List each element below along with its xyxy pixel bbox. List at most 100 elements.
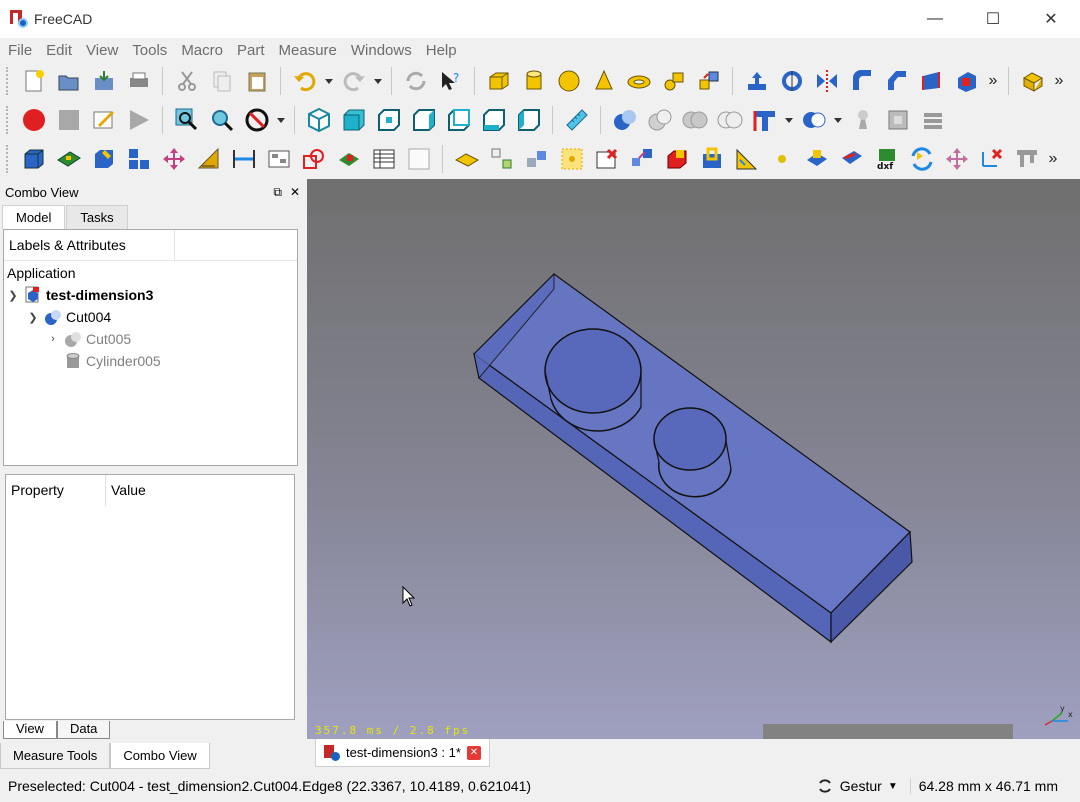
add-component-icon[interactable] (86, 142, 121, 176)
value-column-header[interactable]: Value (106, 475, 146, 506)
isometric-view-icon[interactable] (301, 103, 336, 137)
menu-tools[interactable]: Tools (125, 42, 174, 59)
bottom-view-icon[interactable] (476, 103, 511, 137)
loft-icon[interactable] (949, 64, 984, 98)
toolbar-overflow-button[interactable]: » (984, 72, 1002, 90)
export-icon[interactable] (834, 142, 869, 176)
dxf-icon[interactable]: dxf (869, 142, 904, 176)
assembly-icon[interactable] (519, 142, 554, 176)
toolbar-grip[interactable] (6, 106, 12, 134)
chevron-right-icon[interactable]: › (46, 333, 60, 345)
save-icon[interactable] (86, 64, 121, 98)
sketch-icon[interactable] (191, 142, 226, 176)
box-icon[interactable] (481, 64, 516, 98)
undo-icon[interactable] (287, 64, 322, 98)
new-document-icon[interactable] (16, 64, 51, 98)
menu-part[interactable]: Part (230, 42, 272, 59)
rear-view-icon[interactable] (441, 103, 476, 137)
menu-view[interactable]: View (79, 42, 125, 59)
split-dropdown-icon[interactable] (831, 103, 845, 137)
fit-selection-icon[interactable] (204, 103, 239, 137)
tree-item-cut005[interactable]: › Cut005 (46, 328, 131, 350)
panel-icon[interactable] (261, 142, 296, 176)
edit-macro-icon[interactable] (86, 103, 121, 137)
close-window-button[interactable]: ✕ (1022, 0, 1080, 38)
highlight-box-icon[interactable] (554, 142, 589, 176)
measure-distance-icon[interactable] (559, 103, 594, 137)
mirror-icon[interactable] (809, 64, 844, 98)
print-icon[interactable] (121, 64, 156, 98)
3d-viewport[interactable]: 357.8 ms / 2.8 fps xy (307, 179, 1080, 739)
record-macro-icon[interactable] (16, 103, 51, 137)
menu-measure[interactable]: Measure (272, 42, 344, 59)
chevron-down-icon[interactable]: ❯ (6, 289, 20, 302)
tab-tasks[interactable]: Tasks (66, 205, 128, 229)
navigation-style-selector[interactable]: Gestur ▼ (816, 777, 910, 795)
redo-dropdown-icon[interactable] (371, 64, 385, 98)
tab-model[interactable]: Model (2, 205, 66, 229)
split-icon[interactable] (796, 103, 831, 137)
components-icon[interactable] (331, 142, 366, 176)
toolbar-overflow-button-2[interactable]: » (1050, 72, 1068, 90)
document-tab[interactable]: test-dimension3 : 1* ✕ (315, 739, 490, 767)
torus-icon[interactable] (621, 64, 656, 98)
tab-data[interactable]: Data (56, 721, 111, 739)
join-dropdown-icon[interactable] (782, 103, 796, 137)
tree-item-document[interactable]: ❯ test-dimension3 (6, 284, 153, 306)
tree-item-cut004[interactable]: ❯ Cut004 (26, 306, 111, 328)
maximize-button[interactable]: ☐ (964, 0, 1022, 38)
tab-combo-view[interactable]: Combo View (110, 743, 210, 769)
copy-icon[interactable] (204, 64, 239, 98)
menu-help[interactable]: Help (419, 42, 464, 59)
draw-style-dropdown-icon[interactable] (274, 103, 288, 137)
menu-file[interactable]: File (1, 42, 39, 59)
dimension-icon[interactable] (226, 142, 261, 176)
align-icon[interactable] (624, 142, 659, 176)
close-tab-icon[interactable]: ✕ (466, 745, 481, 760)
offset-icon[interactable] (915, 103, 950, 137)
extrude-icon[interactable] (739, 64, 774, 98)
refresh-icon[interactable] (398, 64, 433, 98)
delete-table-icon[interactable] (589, 142, 624, 176)
blocks-icon[interactable] (121, 142, 156, 176)
primitives-icon[interactable] (656, 64, 691, 98)
top-view-icon[interactable] (371, 103, 406, 137)
stop-macro-icon[interactable] (51, 103, 86, 137)
undo-dropdown-icon[interactable] (322, 64, 336, 98)
menu-macro[interactable]: Macro (174, 42, 230, 59)
paste-icon[interactable] (239, 64, 274, 98)
draw-style-icon[interactable] (239, 103, 274, 137)
toolbar-grip[interactable] (6, 67, 12, 95)
fuse-icon[interactable] (677, 103, 712, 137)
gold-block-icon[interactable] (449, 142, 484, 176)
menu-edit[interactable]: Edit (39, 42, 79, 59)
close-panel-icon[interactable]: ✕ (290, 185, 300, 200)
tree-column-header[interactable]: Labels & Attributes (4, 229, 175, 261)
menu-windows[interactable]: Windows (344, 42, 419, 59)
run-macro-icon[interactable] (121, 103, 156, 137)
cylinder-icon[interactable] (516, 64, 551, 98)
parts-library-icon[interactable] (1015, 64, 1050, 98)
compound-icon[interactable] (845, 103, 880, 137)
white-box-icon[interactable] (401, 142, 436, 176)
ruler-square-icon[interactable] (729, 142, 764, 176)
shape-builder-icon[interactable] (691, 64, 726, 98)
toolbar-grip[interactable] (6, 145, 12, 173)
tree-item-cylinder005[interactable]: Cylinder005 (60, 350, 161, 372)
boolean-icon[interactable] (607, 103, 642, 137)
circuit-board-icon[interactable] (51, 142, 86, 176)
std-part-icon[interactable] (16, 142, 51, 176)
caliper-icon[interactable] (1009, 142, 1044, 176)
cut-shape-icon[interactable] (642, 103, 677, 137)
common-icon[interactable] (712, 103, 747, 137)
toolbar-overflow-button-3[interactable]: » (1044, 150, 1062, 168)
tab-measure-tools[interactable]: Measure Tools (0, 743, 111, 769)
spreadsheet-icon[interactable] (366, 142, 401, 176)
whats-this-icon[interactable]: ? (433, 64, 468, 98)
minimize-button[interactable]: — (906, 0, 964, 38)
cut-icon[interactable] (169, 64, 204, 98)
lock-icon[interactable] (694, 142, 729, 176)
move-pink-icon[interactable] (939, 142, 974, 176)
sphere-icon[interactable] (551, 64, 586, 98)
join-features-icon[interactable] (747, 103, 782, 137)
